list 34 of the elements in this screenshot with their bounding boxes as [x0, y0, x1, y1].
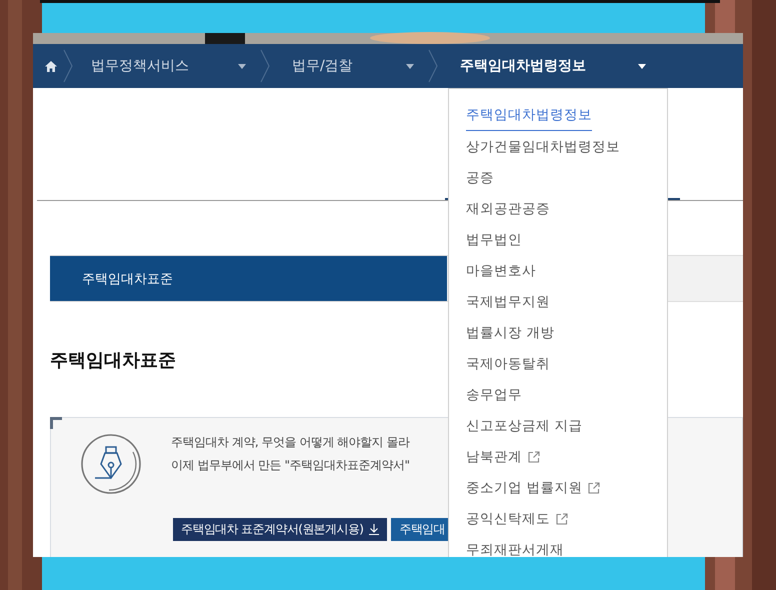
menu-item[interactable]: 법무법인 — [466, 224, 522, 255]
download-button[interactable]: 주택임대 — [391, 518, 449, 541]
description-text: 주택임대차 계약, 무엇을 어떻게 해야할지 몰라 — [171, 434, 410, 450]
menu-item[interactable]: 마을변호사 — [466, 255, 536, 286]
menu-item[interactable]: 상가건물임대차법령정보 — [466, 131, 620, 162]
menu-item[interactable]: 국제아동탈취 — [466, 348, 550, 379]
home-icon — [45, 60, 57, 72]
caret-icon — [638, 64, 646, 68]
menu-item[interactable]: 공익신탁제도 — [466, 503, 568, 534]
corner-mark — [50, 417, 62, 429]
chevron-icon — [428, 49, 438, 83]
breadcrumb-dropdown[interactable]: 주택임대차법령정보 — [438, 44, 660, 88]
menu-item[interactable]: 송무업무 — [466, 379, 522, 410]
menu-item[interactable]: 재외공관공증 — [466, 193, 550, 224]
tab[interactable]: 주택임대차표준 — [50, 256, 447, 301]
caret-icon — [238, 64, 246, 68]
caret-icon — [406, 64, 414, 68]
chevron-icon — [260, 49, 270, 83]
menu-item[interactable]: 남북관계 — [466, 441, 540, 472]
menu-item[interactable]: 법률시장 개방 — [466, 317, 554, 348]
menu-item[interactable]: 무죄재판서게재 — [466, 534, 564, 557]
menu-item[interactable]: 공증 — [466, 162, 494, 193]
menu-item[interactable]: 신고포상금제 지급 — [466, 410, 582, 441]
chevron-icon — [63, 49, 73, 83]
menu-item[interactable]: 국제법무지원 — [466, 286, 550, 317]
description-text: 이제 법무부에서 만든 "주택임대차표준계약서" — [171, 457, 410, 473]
fountain-pen-icon — [79, 432, 143, 496]
menu-item[interactable]: 주택임대차법령정보 — [466, 100, 592, 131]
menu-item[interactable]: 중소기업 법률지원 — [466, 472, 600, 503]
breadcrumb-dropdown[interactable]: 법무/검찰 — [270, 44, 428, 88]
download-icon — [369, 524, 380, 535]
section-heading: 주택임대차표준 — [50, 349, 176, 372]
breadcrumb-dropdown[interactable]: 법무정책서비스 — [73, 44, 260, 88]
download-button[interactable]: 주택임대차 표준계약서(원본게시용) — [173, 518, 388, 541]
